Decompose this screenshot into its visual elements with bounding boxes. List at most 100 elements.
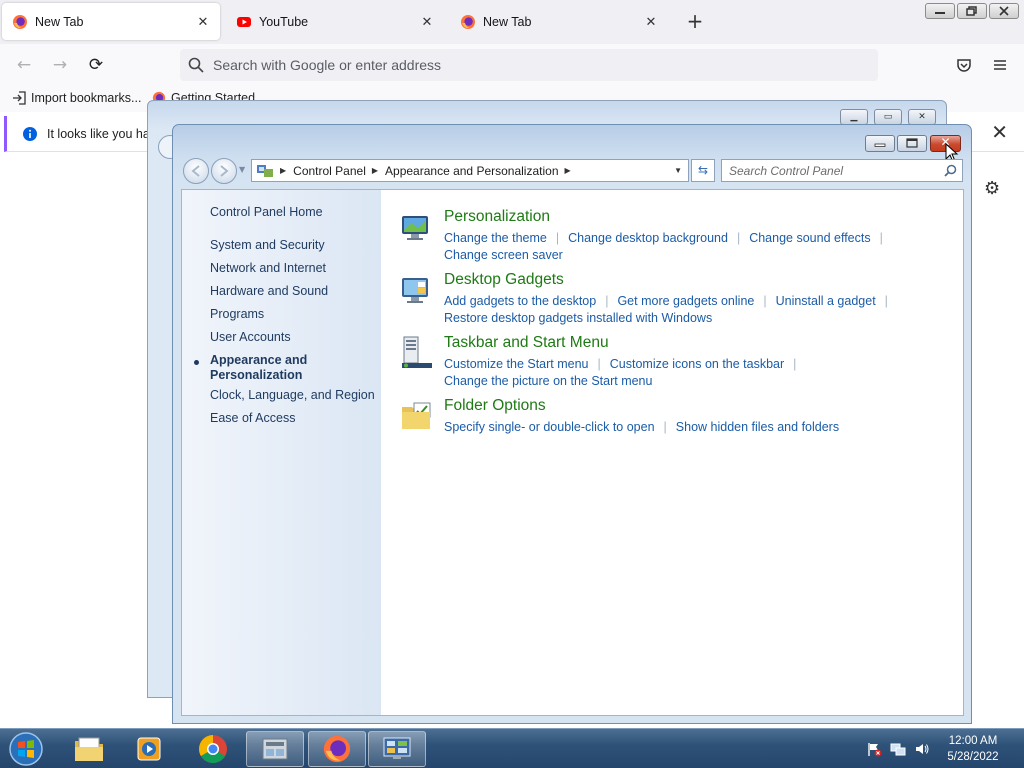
link-customize-start-menu[interactable]: Customize the Start menu [444,357,589,371]
link-divider: | [597,357,601,371]
breadcrumb-appearance[interactable]: Appearance and Personalization [385,164,558,178]
tab-new-tab-2[interactable]: New Tab ✕ [450,3,668,40]
taskbar: 12:00 AM 5/28/2022 [0,728,1024,768]
sidebar-item-user-accounts[interactable]: User Accounts [210,330,291,345]
back-button[interactable] [183,158,209,184]
link-change-desktop-background[interactable]: Change desktop background [568,231,728,245]
forward-arrow-icon [220,165,229,177]
browser-nav-bar: ← → ⟳ Search with Google or enter addres… [0,44,1024,86]
category-title[interactable]: Desktop Gadgets [444,271,564,289]
close-notification-icon[interactable]: ✕ [991,123,1008,143]
close-tab-icon[interactable]: ✕ [420,14,434,30]
control-panel-icon [257,164,273,177]
close-icon [999,6,1009,16]
category-links: Customize the Start menu | Customize icons… [444,356,954,390]
tab-new-tab-1[interactable]: New Tab ✕ [2,3,220,40]
category-title[interactable]: Taskbar and Start Menu [444,334,609,352]
notification-text: It looks like you hav [47,126,157,141]
minimize-button[interactable]: ▁ [840,109,868,125]
chevron-down-icon[interactable]: ▼ [674,166,682,175]
search-input[interactable]: Search Control Panel [721,159,963,182]
maximize-button[interactable]: ▭ [874,109,902,125]
taskbar-documents[interactable] [246,731,304,767]
back-arrow-icon[interactable]: ← [14,55,34,75]
sidebar-item-network-internet[interactable]: Network and Internet [210,261,326,276]
sidebar: Control Panel Home System and Security N… [182,190,381,715]
browser-close-button[interactable] [989,3,1019,19]
gear-icon[interactable]: ⚙ [984,178,1000,199]
link-get-more-gadgets[interactable]: Get more gadgets online [617,294,754,308]
sidebar-item-programs[interactable]: Programs [210,307,264,322]
volume-icon[interactable] [914,741,930,757]
link-show-hidden-files[interactable]: Show hidden files and folders [676,420,839,434]
close-tab-icon[interactable]: ✕ [196,14,210,30]
browser-minimize-button[interactable] [925,3,955,19]
link-change-theme[interactable]: Change the theme [444,231,547,245]
refresh-button[interactable]: ⇆ [691,159,715,182]
forward-button[interactable] [211,158,237,184]
sidebar-item-clock-language-region[interactable]: Clock, Language, and Region [210,388,375,403]
taskbar-icon [402,336,432,368]
clock[interactable]: 12:00 AM 5/28/2022 [938,733,1008,765]
address-bar[interactable]: ▶ Control Panel ▶ Appearance and Persona… [251,159,689,182]
recent-pages-icon[interactable]: ▼ [239,165,245,174]
link-single-double-click[interactable]: Specify single- or double-click to open [444,420,655,434]
tab-youtube[interactable]: YouTube ✕ [226,3,444,40]
sidebar-item-hardware-sound[interactable]: Hardware and Sound [210,284,328,299]
sidebar-item-appearance[interactable]: Appearance and Personalization [210,353,307,383]
close-button[interactable]: ✕ [908,109,936,125]
link-change-sound-effects[interactable]: Change sound effects [749,231,870,245]
tab-label: YouTube [259,14,309,29]
refresh-icon: ⇆ [697,163,709,177]
link-add-gadgets[interactable]: Add gadgets to the desktop [444,294,596,308]
menu-icon[interactable] [992,57,1008,73]
folder-options-icon [402,402,431,429]
firefox-icon [461,14,475,29]
taskbar-media-player[interactable] [120,731,178,767]
file-explorer-icon [75,737,103,761]
tab-label: New Tab [483,14,532,29]
new-tab-button[interactable]: + [685,11,705,31]
breadcrumb-control-panel[interactable]: Control Panel [293,164,366,178]
link-change-screen-saver[interactable]: Change screen saver [444,248,563,262]
taskbar-control-panel[interactable] [368,731,426,767]
link-change-start-picture[interactable]: Change the picture on the Start menu [444,374,652,388]
start-button-icon[interactable] [6,731,46,767]
info-icon [23,126,37,141]
category-links: Specify single- or double-click to open |… [444,419,954,436]
search-placeholder: Search Control Panel [729,163,844,178]
taskbar-firefox[interactable] [308,731,366,767]
pocket-icon[interactable] [956,57,972,73]
import-icon [13,91,26,105]
taskbar-file-explorer[interactable] [60,731,118,767]
sidebar-item-ease-of-access[interactable]: Ease of Access [210,411,295,426]
close-tab-icon[interactable]: ✕ [644,14,658,30]
category-links: Change the theme | Change desktop backgrou… [444,230,954,264]
minimize-button[interactable] [865,135,895,152]
bookmark-import[interactable]: Import bookmarks... [12,91,141,105]
maximize-button[interactable] [897,135,927,152]
forward-arrow-icon[interactable]: → [50,55,70,75]
breadcrumb-separator[interactable]: ▶ [280,166,286,175]
sidebar-item-label: Personalization [210,368,303,382]
network-icon[interactable] [890,741,906,757]
taskbar-chrome[interactable] [184,731,242,767]
category-title[interactable]: Folder Options [444,397,546,415]
category-title[interactable]: Personalization [444,208,550,226]
link-restore-gadgets[interactable]: Restore desktop gadgets installed with W… [444,311,712,325]
link-divider: | [605,294,609,308]
action-center-flag-icon[interactable] [866,741,882,757]
media-player-icon [137,737,161,761]
link-customize-taskbar-icons[interactable]: Customize icons on the taskbar [610,357,784,371]
url-bar[interactable]: Search with Google or enter address [180,49,878,81]
link-uninstall-gadget[interactable]: Uninstall a gadget [776,294,876,308]
browser-restore-button[interactable] [957,3,987,19]
link-divider: | [736,231,741,245]
sidebar-item-home[interactable]: Control Panel Home [210,205,323,220]
sidebar-item-system-security[interactable]: System and Security [210,238,325,253]
reload-icon[interactable]: ⟳ [86,55,106,75]
personalization-icon [402,216,428,240]
bookmark-label: Import bookmarks... [31,91,142,105]
breadcrumb-separator[interactable]: ▶ [565,166,571,175]
breadcrumb-separator[interactable]: ▶ [372,166,378,175]
